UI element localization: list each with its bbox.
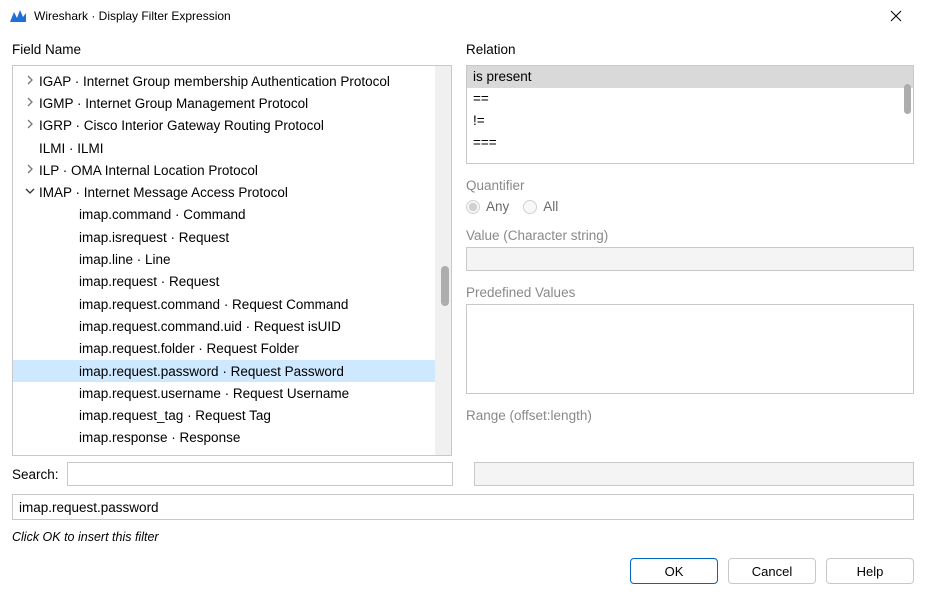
relation-item[interactable]: !=: [467, 110, 913, 132]
search-row: Search:: [0, 456, 926, 490]
tree-row[interactable]: imap.command · Command: [13, 204, 451, 226]
predefined-values-box[interactable]: [466, 304, 914, 394]
right-column: Relation is present==!==== Quantifier An…: [466, 42, 914, 456]
tree-item-label: IGRP · Cisco Interior Gateway Routing Pr…: [39, 118, 324, 133]
tree-item-label: IGMP · Internet Group Management Protoco…: [39, 96, 308, 111]
tree-item-label: imap.request.command · Request Command: [79, 297, 348, 312]
tree-row[interactable]: imap.isrequest · Request: [13, 226, 451, 248]
radio-all-input[interactable]: [523, 200, 537, 214]
chevron-right-icon[interactable]: [23, 97, 37, 110]
radio-all[interactable]: All: [523, 199, 558, 214]
tree-item-label: imap.command · Command: [79, 207, 246, 222]
tree-row[interactable]: IGMP · Internet Group Management Protoco…: [13, 92, 451, 114]
tree-item-label: IGAP · Internet Group membership Authent…: [39, 74, 390, 89]
tree-row[interactable]: IMAP · Internet Message Access Protocol: [13, 181, 451, 203]
chevron-right-icon[interactable]: [23, 164, 37, 177]
tree-item-label: imap.request.command.uid · Request isUID: [79, 319, 341, 334]
value-input[interactable]: [466, 247, 914, 271]
left-column: Field Name IGAP · Internet Group members…: [12, 42, 452, 456]
value-label: Value (Character string): [466, 228, 914, 243]
tree-item-label: imap.request.username · Request Username: [79, 386, 349, 401]
main-content: Field Name IGAP · Internet Group members…: [0, 32, 926, 456]
relation-item[interactable]: ===: [467, 132, 913, 154]
chevron-down-icon[interactable]: [23, 186, 37, 199]
tree-item-label: IMAP · Internet Message Access Protocol: [39, 185, 288, 200]
tree-row[interactable]: imap.line · Line: [13, 248, 451, 270]
tree-row[interactable]: imap.request_tag · Request Tag: [13, 404, 451, 426]
relation-label: Relation: [466, 42, 914, 57]
filter-row: [0, 490, 926, 524]
tree-item-label: imap.response · Response: [79, 430, 240, 445]
tree-item-label: ILP · OMA Internal Location Protocol: [39, 163, 258, 178]
tree-item-label: ILMI · ILMI: [39, 141, 104, 156]
window-title: Wireshark · Display Filter Expression: [34, 9, 876, 23]
tree-item-label: imap.line · Line: [79, 252, 171, 267]
relation-item[interactable]: ==: [467, 88, 913, 110]
relation-item[interactable]: is present: [467, 66, 913, 88]
tree-row[interactable]: imap.request.password · Request Password: [13, 360, 451, 382]
cancel-button[interactable]: Cancel: [728, 558, 816, 584]
tree-row[interactable]: imap.request.command.uid · Request isUID: [13, 315, 451, 337]
tree-item-label: imap.request · Request: [79, 274, 219, 289]
hint-text: Click OK to insert this filter: [0, 524, 926, 550]
help-button[interactable]: Help: [826, 558, 914, 584]
ok-button[interactable]: OK: [630, 558, 718, 584]
tree-row[interactable]: imap.request.folder · Request Folder: [13, 338, 451, 360]
tree-scroll-thumb[interactable]: [441, 266, 449, 306]
field-tree[interactable]: IGAP · Internet Group membership Authent…: [12, 65, 452, 456]
tree-row[interactable]: ILP · OMA Internal Location Protocol: [13, 159, 451, 181]
tree-item-label: imap.request.folder · Request Folder: [79, 341, 299, 356]
tree-scrollbar[interactable]: [435, 66, 451, 455]
range-input[interactable]: [474, 462, 914, 486]
tree-row[interactable]: imap.request · Request: [13, 271, 451, 293]
close-button[interactable]: [876, 0, 916, 32]
tree-item-label: imap.isrequest · Request: [79, 230, 229, 245]
relation-list[interactable]: is present==!====: [466, 65, 914, 164]
wireshark-logo-icon: [10, 8, 26, 24]
tree-row[interactable]: IGRP · Cisco Interior Gateway Routing Pr…: [13, 115, 451, 137]
radio-any[interactable]: Any: [466, 199, 509, 214]
quantifier-label: Quantifier: [466, 178, 914, 193]
predefined-label: Predefined Values: [466, 285, 914, 300]
search-input[interactable]: [67, 462, 453, 486]
chevron-right-icon[interactable]: [23, 119, 37, 132]
relation-scroll-thumb[interactable]: [904, 84, 911, 114]
button-row: OK Cancel Help: [0, 550, 926, 596]
filter-expression-input[interactable]: [12, 494, 914, 520]
range-label: Range (offset:length): [466, 408, 914, 423]
tree-item-label: imap.request_tag · Request Tag: [79, 408, 271, 423]
radio-any-input[interactable]: [466, 200, 480, 214]
tree-row[interactable]: imap.response · Response: [13, 427, 451, 449]
chevron-right-icon[interactable]: [23, 75, 37, 88]
tree-row[interactable]: imap.request.command · Request Command: [13, 293, 451, 315]
tree-row[interactable]: IGAP · Internet Group membership Authent…: [13, 70, 451, 92]
titlebar: Wireshark · Display Filter Expression: [0, 0, 926, 32]
field-name-label: Field Name: [12, 42, 452, 57]
search-label: Search:: [12, 467, 59, 482]
tree-row[interactable]: imap.request.username · Request Username: [13, 382, 451, 404]
tree-item-label: imap.request.password · Request Password: [79, 364, 344, 379]
tree-row[interactable]: ILMI · ILMI: [13, 137, 451, 159]
